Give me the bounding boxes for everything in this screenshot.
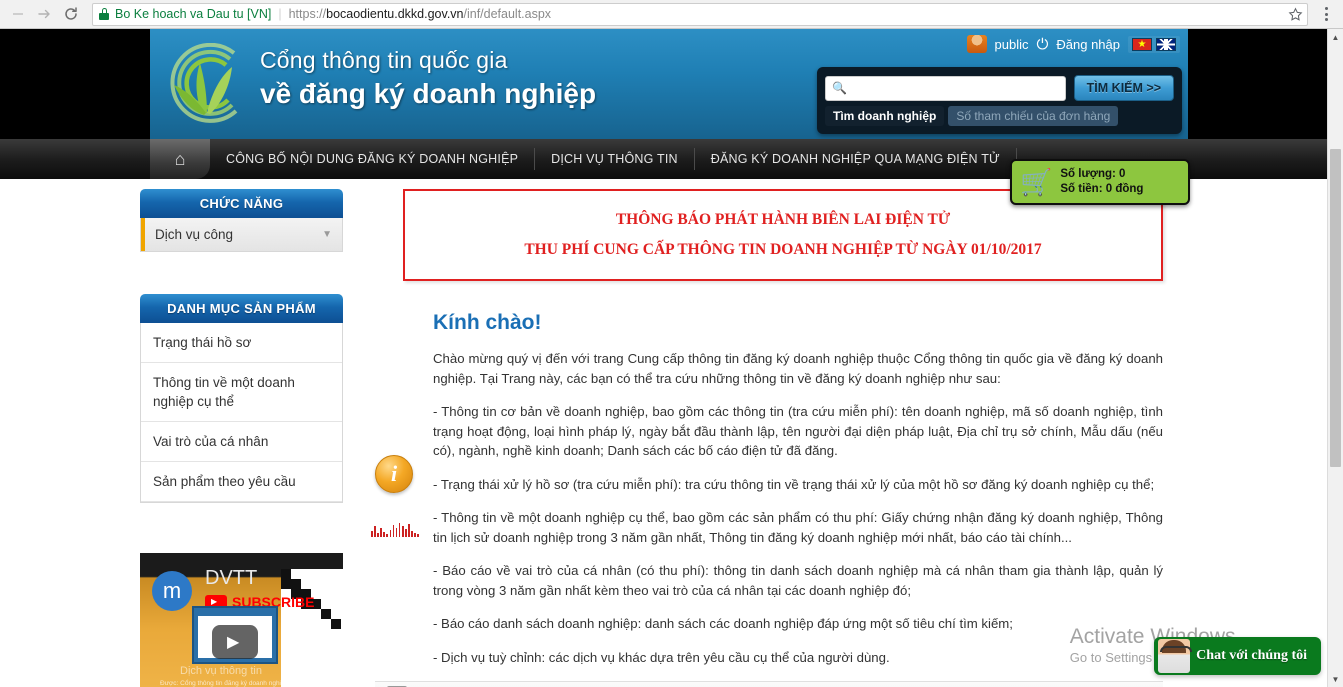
- omnibox[interactable]: Bo Ke hoach va Dau tu [VN] | https://boc…: [92, 2, 1308, 26]
- omnibox-separator: |: [278, 7, 282, 21]
- cart-quantity-label: Số lượng: 0: [1060, 168, 1126, 180]
- leaf-logo-icon[interactable]: [162, 42, 252, 129]
- search-tab-business[interactable]: Tìm doanh nghiệp: [825, 106, 945, 126]
- user-avatar-icon: [966, 35, 987, 53]
- service-list: 1 Trạng thái hồ sơ 2 Thông tin về một do…: [375, 681, 1163, 687]
- intro-text-block: i Chào mừng quý vị đến với trang Cung cấ…: [371, 349, 1163, 667]
- intro-paragraph-3: - Trạng thái xử lý hồ sơ (tra cứu miễn p…: [433, 476, 1155, 492]
- sidebar-item-vai-tro-ca-nhan[interactable]: Vai trò của cá nhân: [141, 422, 342, 462]
- site-identity-label: Bo Ke hoach va Dau tu [VN]: [115, 7, 272, 21]
- notice-line1: THÔNG BÁO PHÁT HÀNH BIÊN LAI ĐIỆN TỬ: [615, 211, 951, 228]
- url-path: /inf/default.aspx: [463, 7, 552, 21]
- username-label: public: [994, 36, 1029, 52]
- url-host: bocaodientu.dkkd.gov.vn: [326, 7, 464, 21]
- bookmark-star-icon[interactable]: [1283, 2, 1307, 26]
- reload-button[interactable]: [58, 1, 84, 27]
- nav-item-dang-ky-qua-mang[interactable]: ĐĂNG KÝ DOANH NGHIỆP QUA MẠNG ĐIỆN TỬ: [695, 139, 1016, 179]
- search-icon: 🔍: [832, 81, 847, 95]
- functions-panel: CHỨC NĂNG Dịch vụ công ▼: [140, 189, 343, 252]
- products-panel: DANH MỤC SẢN PHẨM Trạng thái hồ sơ Thông…: [140, 294, 343, 503]
- shopping-cart-icon: 🛒: [1020, 167, 1053, 197]
- caret-down-icon[interactable]: ▼: [1328, 671, 1343, 687]
- nav-item-dich-vu-thong-tin[interactable]: DỊCH VỤ THÔNG TIN: [535, 139, 694, 179]
- intro-paragraph-7: - Dịch vụ tuỳ chỉnh: các dịch vụ khác dự…: [433, 649, 890, 665]
- chevron-down-icon: ▼: [322, 229, 332, 240]
- nav-item-cong-bo[interactable]: CÔNG BỐ NỘI DUNG ĐĂNG KÝ DOANH NGHIỆP: [210, 139, 534, 179]
- video-channel-title: DVTT: [205, 567, 258, 589]
- caret-up-icon[interactable]: ▲: [1328, 29, 1343, 45]
- equalizer-icon: [371, 521, 419, 537]
- page-body: CHỨC NĂNG Dịch vụ công ▼ DANH MỤC SẢN PH…: [0, 179, 1343, 687]
- video-transition-overlay: [281, 569, 343, 687]
- headset-agent-icon: [1158, 639, 1193, 673]
- chat-widget[interactable]: Chat với chúng tôi: [1154, 637, 1321, 675]
- page-viewport: Cổng thông tin quốc gia về đăng ký doanh…: [0, 29, 1343, 687]
- browser-menu-icon[interactable]: [1315, 1, 1337, 27]
- intro-paragraph-1: Chào mừng quý vị đến với trang Cung cấp …: [433, 351, 1163, 386]
- sidebar-item-label: Dịch vụ công: [155, 227, 234, 242]
- search-button[interactable]: TÌM KIẾM >>: [1073, 75, 1174, 101]
- home-icon: ⌂: [174, 148, 186, 169]
- intro-paragraph-4: - Thông tin về một doanh nghiệp cụ thể, …: [433, 510, 1163, 545]
- play-icon[interactable]: [212, 625, 258, 659]
- intro-paragraph-5: - Báo cáo về vai trò của cá nhân (có thu…: [433, 563, 1163, 598]
- video-caption-line2: Được: Cổng thông tin đăng ký doanh nghiệ…: [160, 680, 289, 687]
- functions-panel-title: CHỨC NĂNG: [140, 189, 343, 218]
- sidebar-item-thong-tin-doanh-nghiep[interactable]: Thông tin về một doanh nghiệp cụ thể: [141, 363, 342, 422]
- intro-paragraph-6: - Báo cáo danh sách doanh nghiệp: danh s…: [433, 616, 1013, 631]
- nav-home-button[interactable]: ⌂: [150, 139, 210, 179]
- scrollbar-thumb[interactable]: [1330, 149, 1341, 467]
- cart-summary[interactable]: 🛒 Số lượng: 0 Số tiền: 0 đồng: [1010, 159, 1190, 205]
- intro-paragraph-2: - Thông tin cơ bản về doanh nghiệp, bao …: [433, 404, 1163, 458]
- list-item[interactable]: 1 Trạng thái hồ sơ: [375, 682, 1163, 687]
- sidebar-item-dich-vu-cong[interactable]: Dịch vụ công ▼: [141, 218, 342, 251]
- site-title-line1: Cổng thông tin quốc gia: [260, 47, 508, 73]
- info-circle-icon: i: [375, 455, 413, 493]
- flag-vietnam-icon[interactable]: [1132, 37, 1152, 51]
- video-channel-avatar: m: [152, 571, 192, 611]
- search-tabs: Tìm doanh nghiệp Số tham chiếu của đơn h…: [825, 106, 1174, 126]
- language-flags: [1128, 35, 1180, 53]
- forward-button[interactable]: [32, 1, 58, 27]
- site-header: Cổng thông tin quốc gia về đăng ký doanh…: [0, 29, 1343, 139]
- sidebar: CHỨC NĂNG Dịch vụ công ▼ DANH MỤC SẢN PH…: [140, 189, 345, 687]
- page-title: Kính chào!: [433, 311, 542, 334]
- notice-line2: THU PHÍ CUNG CẤP THÔNG TIN DOANH NGHIỆP …: [524, 241, 1042, 258]
- video-caption-line1: Dịch vụ thông tin: [180, 665, 262, 677]
- products-panel-title: DANH MỤC SẢN PHẨM: [140, 294, 343, 323]
- flag-uk-icon[interactable]: [1156, 37, 1176, 51]
- login-link[interactable]: Đăng nhập: [1056, 37, 1120, 52]
- search-tab-order-ref[interactable]: Số tham chiếu của đơn hàng: [948, 106, 1119, 126]
- browser-toolbar: Bo Ke hoach va Dau tu [VN] | https://boc…: [0, 0, 1343, 29]
- sidebar-video-thumbnail[interactable]: m DVTT SUBSCRIBE Dịch vụ thông tin Được:…: [140, 553, 343, 687]
- vertical-scrollbar[interactable]: ▲ ▼: [1327, 29, 1343, 687]
- search-panel: 🔍 TÌM KIẾM >> Tìm doanh nghiệp Số tham c…: [817, 67, 1182, 134]
- power-icon[interactable]: ⏻: [1037, 36, 1049, 53]
- search-input[interactable]: 🔍: [825, 75, 1066, 101]
- user-bar: public ⏻ Đăng nhập: [966, 35, 1180, 53]
- sidebar-item-trang-thai-ho-so[interactable]: Trạng thái hồ sơ: [141, 323, 342, 363]
- back-button[interactable]: [6, 1, 32, 27]
- lock-icon: [99, 8, 109, 20]
- cart-amount-label: Số tiền: 0 đồng: [1060, 183, 1144, 195]
- url-scheme: https://: [288, 7, 327, 21]
- main-content: THÔNG BÁO PHÁT HÀNH BIÊN LAI ĐIỆN TỬ THU…: [371, 189, 1163, 687]
- sidebar-item-san-pham-theo-yeu-cau[interactable]: Sản phẩm theo yêu cầu: [141, 462, 342, 502]
- site-title-line2: về đăng ký doanh nghiệp: [260, 78, 597, 109]
- chat-widget-label: Chat với chúng tôi: [1196, 648, 1307, 663]
- site-title: Cổng thông tin quốc gia về đăng ký doanh…: [260, 47, 596, 110]
